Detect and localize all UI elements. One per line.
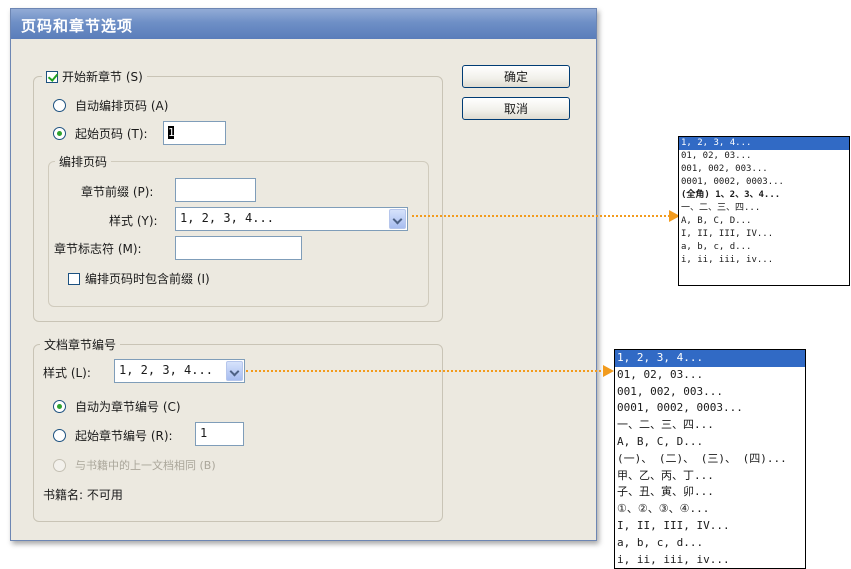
- list-item[interactable]: I, II, III, IV...: [615, 518, 805, 535]
- marker-input[interactable]: [175, 236, 302, 260]
- start-page-input[interactable]: 1: [163, 121, 226, 145]
- start-chapter-input[interactable]: 1: [195, 422, 244, 446]
- page-numbering-dialog: 页码和章节选项 开始新章节 (S) 自动编排页码 (A) 起始页码 (T): 1…: [10, 8, 597, 541]
- ok-button[interactable]: 确定: [462, 65, 570, 88]
- include-prefix-label: 编排页码时包含前缀 (I): [85, 272, 210, 286]
- start-page-value: 1: [168, 126, 175, 139]
- doc-chapter-legend: 文档章节编号: [40, 336, 121, 353]
- list-item[interactable]: 001, 002, 003...: [615, 384, 805, 401]
- chapter-style-value: 1, 2, 3, 4...: [119, 363, 213, 377]
- chapter-style-select[interactable]: 1, 2, 3, 4...: [114, 359, 245, 383]
- auto-chapter-radio[interactable]: [53, 400, 66, 413]
- same-as-prev-label: 与书籍中的上一文档相同 (B): [75, 459, 216, 472]
- list-item[interactable]: i, ii, iii, iv...: [615, 552, 805, 568]
- chapter-style-options-list: 1, 2, 3, 4... 01, 02, 03... 001, 002, 00…: [614, 349, 806, 569]
- list-item[interactable]: 一、二、三、四...: [679, 202, 849, 215]
- list-item[interactable]: (全角) 1、2、3、4...: [679, 189, 849, 202]
- page-style-callout-line: [412, 215, 670, 217]
- list-item[interactable]: a, b, c, d...: [679, 241, 849, 254]
- list-item[interactable]: 001, 002, 003...: [679, 163, 849, 176]
- list-item[interactable]: A, B, C, D...: [615, 434, 805, 451]
- page-style-dropdown-icon[interactable]: [389, 209, 406, 229]
- list-item[interactable]: 子、丑、寅、卯...: [615, 484, 805, 501]
- marker-label: 章节标志符 (M):: [54, 242, 142, 256]
- prefix-label: 章节前缀 (P):: [81, 185, 154, 199]
- list-item[interactable]: 0001, 0002, 0003...: [679, 176, 849, 189]
- auto-page-radio[interactable]: [53, 99, 66, 112]
- list-item[interactable]: 01, 02, 03...: [615, 367, 805, 384]
- page-style-options-list: 1, 2, 3, 4... 01, 02, 03... 001, 002, 00…: [678, 136, 850, 286]
- list-item[interactable]: 1, 2, 3, 4...: [615, 350, 805, 367]
- list-item[interactable]: 01, 02, 03...: [679, 150, 849, 163]
- dialog-title: 页码和章节选项: [21, 17, 134, 35]
- book-name-label: 书籍名: 不可用: [43, 488, 123, 502]
- list-item[interactable]: (一)、 (二)、 (三)、 (四)...: [615, 451, 805, 468]
- same-as-prev-option[interactable]: 与书籍中的上一文档相同 (B): [53, 457, 216, 473]
- include-prefix-checkbox[interactable]: [68, 272, 80, 285]
- start-page-option[interactable]: 起始页码 (T):: [53, 125, 148, 142]
- same-as-prev-radio[interactable]: [53, 458, 66, 472]
- list-item[interactable]: ①、②、③、④...: [615, 501, 805, 518]
- auto-chapter-option[interactable]: 自动为章节编号 (C): [53, 398, 181, 415]
- start-page-radio[interactable]: [53, 127, 66, 140]
- auto-page-option[interactable]: 自动编排页码 (A): [53, 97, 168, 114]
- chapter-style-dropdown-icon[interactable]: [226, 361, 243, 381]
- list-item[interactable]: I, II, III, IV...: [679, 228, 849, 241]
- start-chapter-radio[interactable]: [53, 429, 66, 442]
- list-item[interactable]: 0001, 0002, 0003...: [615, 400, 805, 417]
- prefix-input[interactable]: [175, 178, 256, 202]
- chapter-style-label: 样式 (L):: [43, 366, 91, 380]
- page-style-select[interactable]: 1, 2, 3, 4...: [175, 207, 408, 231]
- title-bar[interactable]: 页码和章节选项: [11, 9, 596, 39]
- start-section-legend: 开始新章节 (S): [42, 68, 147, 85]
- auto-page-label: 自动编排页码 (A): [75, 99, 169, 113]
- page-style-label: 样式 (Y):: [109, 214, 158, 228]
- list-item[interactable]: A, B, C, D...: [679, 215, 849, 228]
- start-chapter-option[interactable]: 起始章节编号 (R):: [53, 427, 173, 444]
- chapter-style-callout-line: [246, 370, 605, 372]
- chapter-style-callout-arrow-icon: [603, 365, 614, 377]
- cancel-button[interactable]: 取消: [462, 97, 570, 120]
- page-style-value: 1, 2, 3, 4...: [180, 211, 274, 225]
- list-item[interactable]: 甲、乙、丙、丁...: [615, 468, 805, 485]
- start-page-label: 起始页码 (T):: [75, 127, 148, 141]
- list-item[interactable]: 一、二、三、四...: [615, 417, 805, 434]
- auto-chapter-label: 自动为章节编号 (C): [75, 400, 181, 414]
- list-item[interactable]: 1, 2, 3, 4...: [679, 137, 849, 150]
- start-section-label: 开始新章节 (S): [62, 70, 143, 84]
- list-item[interactable]: i, ii, iii, iv...: [679, 254, 849, 267]
- start-chapter-label: 起始章节编号 (R):: [75, 429, 173, 443]
- page-numbering-legend: 编排页码: [55, 153, 112, 170]
- start-section-checkbox[interactable]: [46, 70, 58, 83]
- include-prefix-option[interactable]: 编排页码时包含前缀 (I): [68, 270, 210, 287]
- list-item[interactable]: a, b, c, d...: [615, 535, 805, 552]
